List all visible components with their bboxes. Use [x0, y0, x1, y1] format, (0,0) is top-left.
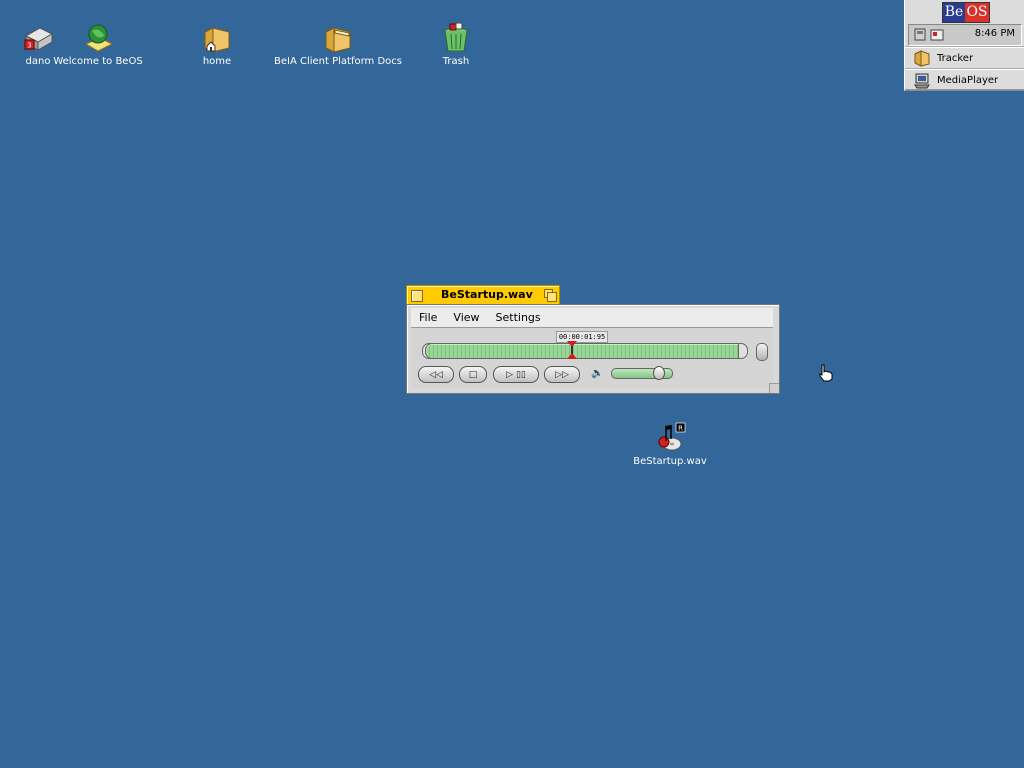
- deskbar-item-mediaplayer[interactable]: MediaPlayer: [905, 69, 1024, 91]
- be-menu-button[interactable]: Be OS: [942, 2, 990, 23]
- deskbar: Be OS 8:46 PM Tracker MediaPlayer: [904, 0, 1024, 91]
- desktop-icon-label: dano: [25, 56, 51, 67]
- loop-button[interactable]: [756, 343, 768, 361]
- globe-document-icon: [82, 22, 114, 54]
- mediaplayer-icon: [913, 71, 931, 89]
- svg-text:R: R: [678, 425, 683, 433]
- resize-handle[interactable]: [769, 383, 779, 393]
- desktop-icon-label: BeIA Client Platform Docs: [274, 56, 402, 67]
- folder-icon: [322, 22, 354, 54]
- position-slider[interactable]: [425, 343, 747, 359]
- track-end-cap: [738, 343, 748, 359]
- deskbar-tray: 8:46 PM: [908, 24, 1022, 46]
- hand-cursor-icon: [818, 364, 834, 382]
- home-folder-icon: [201, 22, 233, 54]
- timecode-display: 00:00:01:95: [556, 331, 608, 343]
- mail-tray-icon[interactable]: [930, 27, 944, 42]
- svg-text:3: 3: [27, 42, 31, 50]
- zoom-icon-front: [547, 292, 557, 302]
- menu-settings[interactable]: Settings: [488, 311, 549, 324]
- desktop-icon-docs[interactable]: BeIA Client Platform Docs: [274, 22, 402, 67]
- desktop-icon-label: home: [202, 56, 232, 67]
- window-title: BeStartup.wav: [441, 288, 533, 301]
- desktop-icon-label: BeStartup.wav: [633, 456, 707, 467]
- rewind-button[interactable]: ◁◁: [418, 366, 454, 383]
- stop-button[interactable]: □: [459, 366, 487, 383]
- playhead-marker[interactable]: [567, 341, 578, 359]
- audio-file-icon: R: [654, 422, 686, 454]
- zoom-button[interactable]: [544, 289, 557, 302]
- desktop-icon-dano[interactable]: 3 dano: [20, 22, 56, 67]
- close-button[interactable]: [411, 290, 423, 302]
- desktop-icon-bestartup-wav[interactable]: R BeStartup.wav: [633, 422, 707, 467]
- deskbar-item-label: MediaPlayer: [937, 74, 999, 86]
- desktop-icon-label: Welcome to BeOS: [53, 56, 143, 67]
- be-logo-os: OS: [965, 3, 989, 22]
- be-logo-be: Be: [943, 3, 965, 22]
- player-controls: 00:00:01:95 ◁◁ □ ▷ ▯▯ ▷▷ 🔈: [411, 328, 773, 388]
- menu-bar: File View Settings: [411, 308, 773, 328]
- speaker-icon: 🔈: [591, 368, 604, 379]
- desktop-icon-trash[interactable]: Trash: [438, 22, 474, 67]
- deskbar-item-tracker[interactable]: Tracker: [905, 47, 1024, 69]
- disk-tray-icon[interactable]: [913, 27, 927, 42]
- tracker-icon: [913, 49, 931, 67]
- disk-icon: 3: [22, 22, 54, 54]
- desktop-icon-label: Trash: [442, 56, 470, 67]
- trash-icon: [440, 22, 472, 54]
- mediaplayer-window: File View Settings 00:00:01:95 ◁◁ □ ▷ ▯▯…: [406, 304, 780, 394]
- window-title-tab[interactable]: BeStartup.wav: [406, 285, 560, 305]
- deskbar-clock[interactable]: 8:46 PM: [975, 28, 1015, 39]
- desktop-icon-welcome[interactable]: Welcome to BeOS: [53, 22, 143, 67]
- deskbar-item-label: Tracker: [937, 52, 974, 64]
- play-pause-button[interactable]: ▷ ▯▯: [493, 366, 539, 383]
- menu-view[interactable]: View: [445, 311, 487, 324]
- desktop-icon-home[interactable]: home: [197, 22, 237, 67]
- menu-file[interactable]: File: [411, 311, 445, 324]
- fast-forward-button[interactable]: ▷▷: [544, 366, 580, 383]
- volume-knob[interactable]: [652, 366, 665, 380]
